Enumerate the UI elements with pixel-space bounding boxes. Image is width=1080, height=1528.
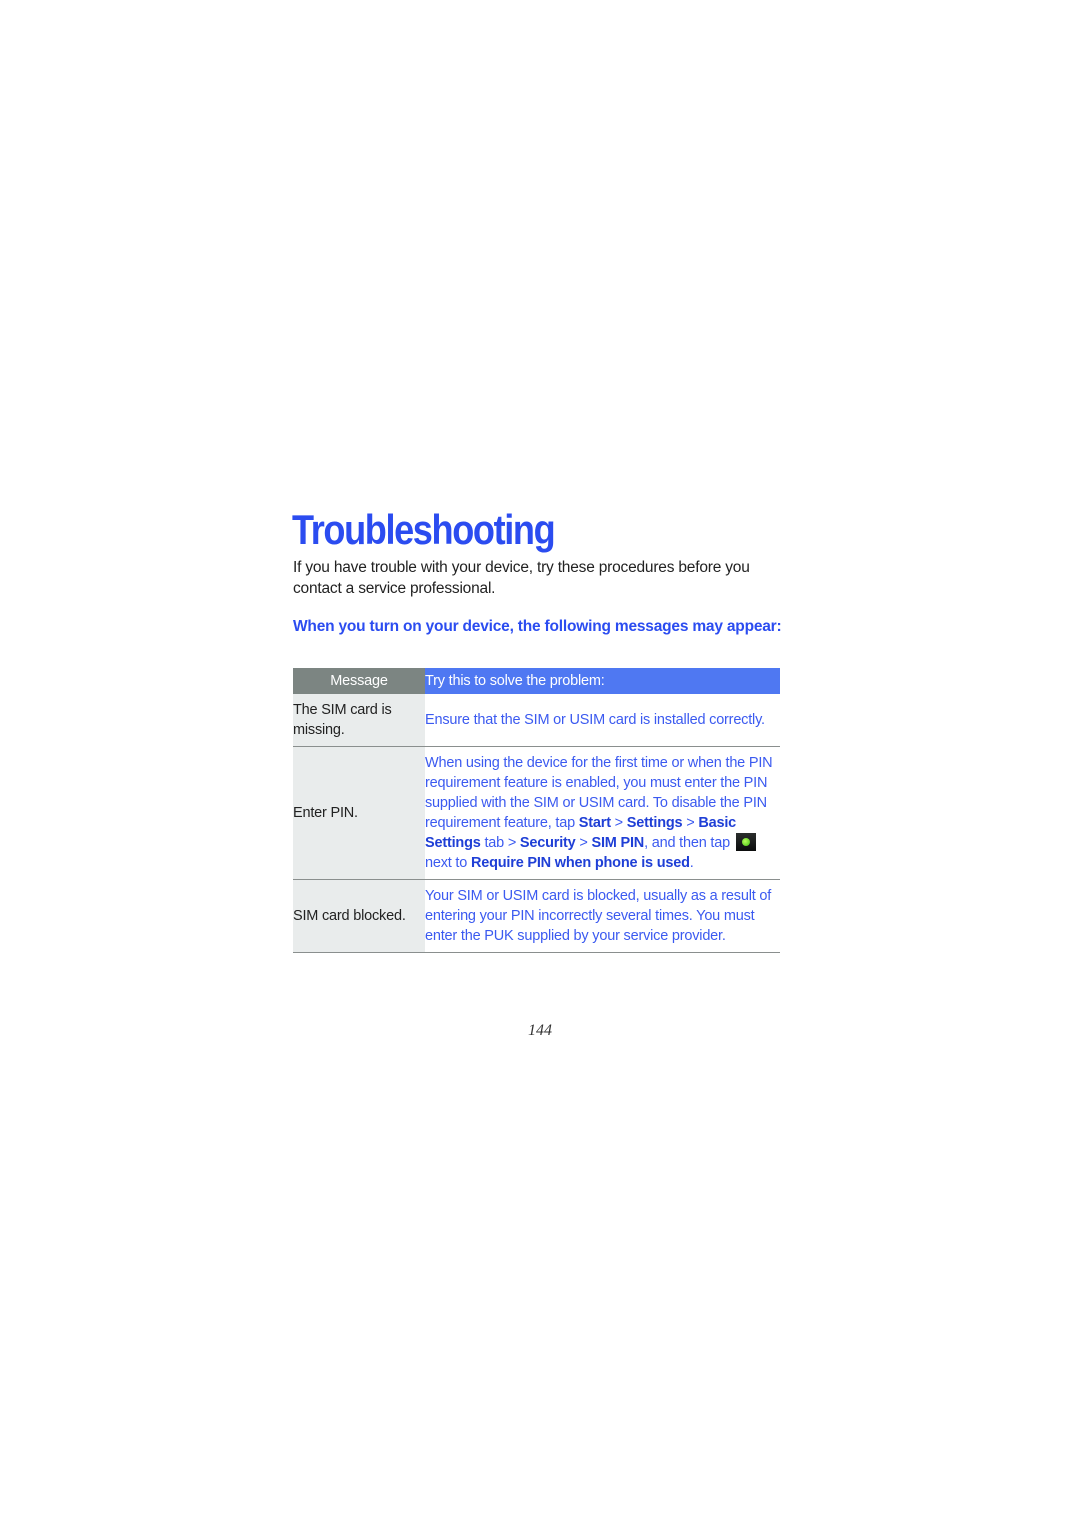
message-cell: The SIM card is missing. — [293, 694, 425, 747]
solution-text: , and then tap — [644, 835, 734, 851]
green-dot-toggle-icon — [735, 833, 756, 851]
kw-sim-pin: SIM PIN — [591, 835, 645, 851]
kw-start: Start — [578, 815, 611, 831]
message-cell: Enter PIN. — [293, 746, 425, 880]
sep: tab > — [480, 835, 520, 851]
solution-cell: When using the device for the first time… — [425, 746, 780, 880]
table-row: SIM card blocked. Your SIM or USIM card … — [293, 879, 780, 953]
header-solution: Try this to solve the problem: — [425, 668, 780, 694]
page-number: 144 — [528, 1022, 552, 1039]
table-row: Enter PIN. When using the device for the… — [293, 746, 780, 880]
solution-cell: Ensure that the SIM or USIM card is inst… — [425, 694, 780, 747]
kw-require-pin: Require PIN when phone is used — [470, 855, 690, 871]
intro-paragraph: If you have trouble with your device, tr… — [293, 559, 750, 597]
section-subheading: When you turn on your device, the follow… — [293, 618, 782, 635]
troubleshooting-table: Message Try this to solve the problem: T… — [293, 668, 780, 953]
sep: > — [575, 835, 592, 851]
solution-text: . — [689, 855, 694, 871]
table-header-row: Message Try this to solve the problem: — [293, 668, 780, 694]
solution-cell: Your SIM or USIM card is blocked, usuall… — [425, 879, 780, 953]
kw-security: Security — [519, 835, 576, 851]
header-message: Message — [293, 668, 425, 694]
page-title: Troubleshooting — [292, 506, 556, 553]
sep: > — [610, 815, 627, 831]
message-cell: SIM card blocked. — [293, 879, 425, 953]
kw-settings: Settings — [626, 815, 683, 831]
sep: > — [682, 815, 699, 831]
solution-text: next to — [425, 855, 471, 871]
table-row: The SIM card is missing. Ensure that the… — [293, 694, 780, 747]
